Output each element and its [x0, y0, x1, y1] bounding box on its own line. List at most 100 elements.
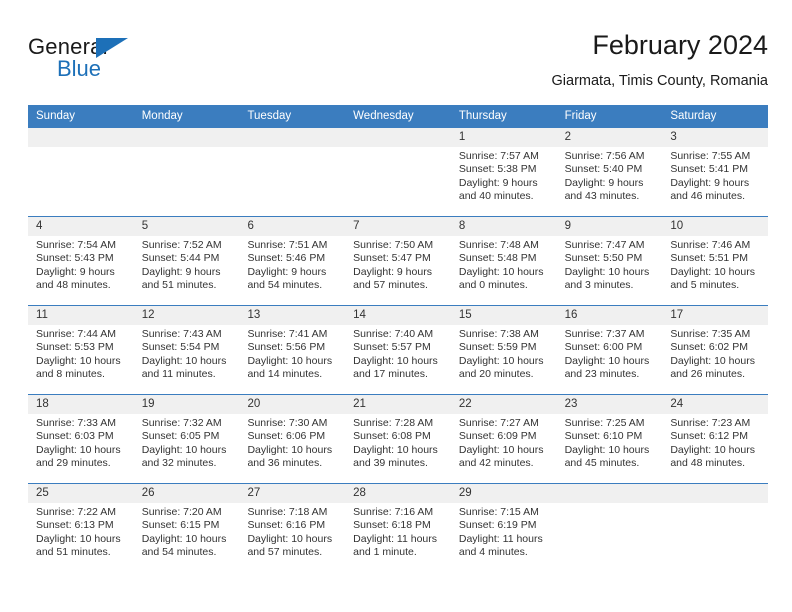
daylight-text-line1: Daylight: 9 hours — [564, 176, 644, 189]
day-number[interactable]: 1 — [451, 128, 557, 147]
daylight-text-line1: Daylight: 10 hours — [141, 532, 227, 545]
day-cell[interactable] — [28, 147, 134, 216]
day-number[interactable]: 26 — [134, 484, 240, 503]
day-cell[interactable]: Sunrise: 7:32 AM Sunset: 6:05 PM Dayligh… — [134, 414, 240, 483]
sunrise-text: Sunrise: 7:22 AM — [36, 506, 116, 518]
day-cell[interactable]: Sunrise: 7:50 AM Sunset: 5:47 PM Dayligh… — [345, 236, 451, 305]
day-cell[interactable]: Sunrise: 7:40 AM Sunset: 5:57 PM Dayligh… — [345, 325, 451, 394]
day-number[interactable]: 4 — [28, 217, 134, 236]
day-number[interactable]: 14 — [345, 306, 451, 325]
day-number[interactable] — [239, 128, 345, 147]
day-number[interactable]: 16 — [557, 306, 663, 325]
sunrise-text: Sunrise: 7:54 AM — [36, 239, 116, 251]
daylight-text-line2: and 42 minutes. — [458, 457, 534, 470]
day-cell[interactable]: Sunrise: 7:47 AM Sunset: 5:50 PM Dayligh… — [557, 236, 663, 305]
day-cell[interactable]: Sunrise: 7:44 AM Sunset: 5:53 PM Dayligh… — [28, 325, 134, 394]
day-cell[interactable]: Sunrise: 7:41 AM Sunset: 5:56 PM Dayligh… — [239, 325, 345, 394]
day-number[interactable]: 29 — [451, 484, 557, 503]
day-cell[interactable]: Sunrise: 7:33 AM Sunset: 6:03 PM Dayligh… — [28, 414, 134, 483]
day-number[interactable]: 21 — [345, 395, 451, 414]
day-cell[interactable]: Sunrise: 7:35 AM Sunset: 6:02 PM Dayligh… — [662, 325, 768, 394]
page-title: February 2024 — [592, 30, 768, 60]
daylight-text-line1: Daylight: 10 hours — [141, 443, 227, 456]
day-number[interactable]: 19 — [134, 395, 240, 414]
daylight-text-line1: Daylight: 10 hours — [36, 443, 121, 456]
day-number[interactable]: 17 — [662, 306, 768, 325]
week-date-band: 11 12 13 14 15 16 17 — [28, 306, 768, 325]
day-cell[interactable]: Sunrise: 7:30 AM Sunset: 6:06 PM Dayligh… — [239, 414, 345, 483]
day-number[interactable]: 2 — [557, 128, 663, 147]
day-number[interactable]: 22 — [451, 395, 557, 414]
day-cell[interactable] — [345, 147, 451, 216]
day-cell[interactable]: Sunrise: 7:22 AM Sunset: 6:13 PM Dayligh… — [28, 503, 134, 572]
day-number[interactable]: 7 — [345, 217, 451, 236]
day-cell[interactable] — [557, 503, 663, 572]
day-cell[interactable]: Sunrise: 7:25 AM Sunset: 6:10 PM Dayligh… — [557, 414, 663, 483]
day-cell[interactable] — [239, 147, 345, 216]
day-number[interactable]: 13 — [239, 306, 345, 325]
day-cell[interactable]: Sunrise: 7:23 AM Sunset: 6:12 PM Dayligh… — [662, 414, 768, 483]
weekday-header-sunday: Sunday — [36, 110, 76, 122]
sunset-text: Sunset: 6:19 PM — [458, 519, 537, 532]
day-number[interactable] — [557, 484, 663, 503]
week-date-band: 25 26 27 28 29 — [28, 484, 768, 503]
day-number[interactable]: 10 — [662, 217, 768, 236]
day-number[interactable]: 8 — [451, 217, 557, 236]
day-cell[interactable]: Sunrise: 7:57 AM Sunset: 5:38 PM Dayligh… — [451, 147, 557, 216]
sunset-text: Sunset: 5:51 PM — [670, 252, 748, 265]
day-cell[interactable]: Sunrise: 7:20 AM Sunset: 6:15 PM Dayligh… — [134, 503, 240, 572]
sunset-text: Sunset: 6:02 PM — [670, 341, 748, 354]
daylight-text-line2: and 20 minutes. — [458, 368, 534, 381]
day-cell[interactable]: Sunrise: 7:51 AM Sunset: 5:46 PM Dayligh… — [239, 236, 345, 305]
day-cell[interactable]: Sunrise: 7:55 AM Sunset: 5:41 PM Dayligh… — [662, 147, 768, 216]
weekday-header-thursday: Thursday — [458, 110, 507, 122]
daylight-text-line2: and 43 minutes. — [564, 190, 640, 203]
daylight-text-line2: and 57 minutes. — [353, 279, 428, 292]
day-number[interactable]: 18 — [28, 395, 134, 414]
day-cell[interactable]: Sunrise: 7:43 AM Sunset: 5:54 PM Dayligh… — [134, 325, 240, 394]
day-number[interactable] — [28, 128, 134, 147]
day-cell[interactable]: Sunrise: 7:48 AM Sunset: 5:48 PM Dayligh… — [451, 236, 557, 305]
day-number[interactable]: 24 — [662, 395, 768, 414]
sunrise-text: Sunrise: 7:15 AM — [458, 506, 539, 518]
day-number[interactable]: 6 — [239, 217, 345, 236]
day-cell[interactable]: Sunrise: 7:52 AM Sunset: 5:44 PM Dayligh… — [134, 236, 240, 305]
day-number[interactable]: 12 — [134, 306, 240, 325]
day-number[interactable]: 25 — [28, 484, 134, 503]
sunrise-text: Sunrise: 7:46 AM — [670, 239, 751, 251]
sunrise-text: Sunrise: 7:28 AM — [353, 417, 434, 429]
day-number[interactable]: 5 — [134, 217, 240, 236]
day-cell[interactable]: Sunrise: 7:37 AM Sunset: 6:00 PM Dayligh… — [557, 325, 663, 394]
day-cell[interactable]: Sunrise: 7:56 AM Sunset: 5:40 PM Dayligh… — [557, 147, 663, 216]
week-date-band: 1 2 3 — [28, 128, 768, 147]
day-cell[interactable] — [662, 503, 768, 572]
day-cell[interactable]: Sunrise: 7:18 AM Sunset: 6:16 PM Dayligh… — [239, 503, 345, 572]
day-number[interactable]: 9 — [557, 217, 663, 236]
sunset-text: Sunset: 5:44 PM — [141, 252, 220, 265]
day-number[interactable]: 23 — [557, 395, 663, 414]
logo-text-blue: Blue — [57, 56, 102, 81]
day-number[interactable]: 28 — [345, 484, 451, 503]
day-cell[interactable]: Sunrise: 7:46 AM Sunset: 5:51 PM Dayligh… — [662, 236, 768, 305]
day-number[interactable] — [662, 484, 768, 503]
sunrise-text: Sunrise: 7:23 AM — [670, 417, 751, 429]
day-cell[interactable]: Sunrise: 7:16 AM Sunset: 6:18 PM Dayligh… — [345, 503, 451, 572]
day-number[interactable]: 15 — [451, 306, 557, 325]
day-number[interactable]: 20 — [239, 395, 345, 414]
daylight-text-line2: and 36 minutes. — [247, 457, 323, 470]
day-number[interactable] — [134, 128, 240, 147]
daylight-text-line1: Daylight: 9 hours — [670, 176, 750, 189]
day-cell[interactable]: Sunrise: 7:28 AM Sunset: 6:08 PM Dayligh… — [345, 414, 451, 483]
sunrise-text: Sunrise: 7:37 AM — [564, 328, 645, 340]
day-cell[interactable]: Sunrise: 7:54 AM Sunset: 5:43 PM Dayligh… — [28, 236, 134, 305]
day-number[interactable]: 27 — [239, 484, 345, 503]
day-cell[interactable]: Sunrise: 7:27 AM Sunset: 6:09 PM Dayligh… — [451, 414, 557, 483]
day-cell[interactable]: Sunrise: 7:38 AM Sunset: 5:59 PM Dayligh… — [451, 325, 557, 394]
day-number[interactable]: 3 — [662, 128, 768, 147]
day-cell[interactable]: Sunrise: 7:15 AM Sunset: 6:19 PM Dayligh… — [451, 503, 557, 572]
day-cell[interactable] — [134, 147, 240, 216]
day-number[interactable] — [345, 128, 451, 147]
daylight-text-line1: Daylight: 9 hours — [353, 265, 432, 278]
sunrise-text: Sunrise: 7:18 AM — [247, 506, 328, 518]
day-number[interactable]: 11 — [28, 306, 134, 325]
